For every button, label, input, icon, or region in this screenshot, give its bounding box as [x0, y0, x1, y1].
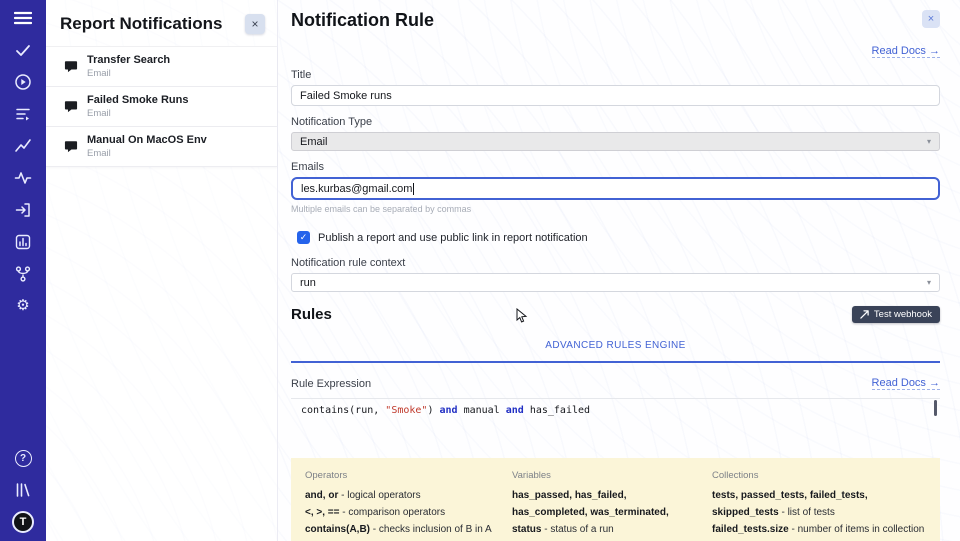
code-token-keyword: and [506, 405, 524, 416]
panel-title: Report Notifications [60, 14, 222, 34]
chevron-down-icon: ▾ [927, 278, 931, 287]
notification-subtitle: Email [87, 148, 207, 159]
close-icon: × [928, 13, 934, 25]
emails-label: Emails [291, 161, 940, 173]
rules-tab-bar: ADVANCED RULES ENGINE [291, 335, 940, 363]
help-entry: failed_tests.size - number of items in c… [712, 521, 926, 538]
gear-icon: ⚙ [16, 298, 29, 313]
emails-helper-text: Multiple emails can be separated by comm… [291, 204, 940, 214]
code-token-string: "Smoke" [385, 405, 427, 416]
report-notifications-panel: Report Notifications × Transfer Search E… [46, 0, 278, 541]
help-column-header: Collections [712, 470, 926, 481]
publish-checkbox[interactable]: ✓ [297, 231, 310, 244]
mouse-cursor [516, 308, 528, 324]
git-branch-icon [14, 265, 32, 283]
help-entry: tests, passed_tests, failed_tests, skipp… [712, 487, 926, 521]
emails-value: les.kurbas@gmail.com [301, 183, 412, 195]
bar-chart-icon [14, 233, 32, 251]
sidebar-item-runs[interactable] [0, 72, 46, 91]
tab-advanced-rules-engine[interactable]: ADVANCED RULES ENGINE [545, 340, 685, 351]
syntax-help-panel: Operators and, or - logical operators <,… [291, 458, 940, 541]
sidebar-item-analytics[interactable] [0, 136, 46, 155]
rule-context-select[interactable]: run ▾ [291, 273, 940, 292]
notification-type-select[interactable]: Email ▾ [291, 132, 940, 151]
sidebar-item-plans[interactable] [0, 104, 46, 123]
rule-context-value: run [300, 277, 316, 289]
test-webhook-button[interactable]: Test webhook [852, 306, 940, 323]
library-icon [14, 481, 32, 499]
menu-icon [14, 11, 32, 25]
read-docs-link[interactable]: Read Docs → [872, 45, 940, 58]
menu-button[interactable] [0, 8, 46, 27]
help-entry: has_passed, has_failed, has_completed, w… [512, 487, 698, 538]
help-column-variables: Variables has_passed, has_failed, has_co… [512, 470, 698, 541]
notification-subtitle: Email [87, 108, 188, 119]
sidebar-item-branches[interactable] [0, 264, 46, 283]
help-column-operators: Operators and, or - logical operators <,… [305, 470, 498, 541]
notification-rule-panel: Notification Rule × Read Docs → Title No… [278, 0, 960, 541]
help-column-header: Variables [512, 470, 698, 481]
text-caret [413, 183, 414, 195]
notification-title: Manual On MacOS Env [87, 134, 207, 146]
notification-title: Transfer Search [87, 54, 170, 66]
editor-scrollbar[interactable] [934, 400, 937, 416]
chat-bubble-icon [64, 100, 78, 113]
main-close-button[interactable]: × [922, 10, 940, 28]
help-column-header: Operators [305, 470, 498, 481]
list-item[interactable]: Failed Smoke Runs Email [46, 87, 277, 127]
help-button[interactable]: ? [0, 449, 46, 468]
emails-input[interactable]: les.kurbas@gmail.com [291, 177, 940, 200]
notification-title: Failed Smoke Runs [87, 94, 188, 106]
test-webhook-label: Test webhook [874, 309, 932, 320]
help-column-collections: Collections tests, passed_tests, failed_… [712, 470, 926, 541]
rule-context-label: Notification rule context [291, 257, 940, 269]
docs-button[interactable] [0, 480, 46, 499]
activity-icon [14, 169, 32, 187]
play-circle-icon [14, 73, 32, 91]
help-entry: <, >, == - comparison operators [305, 504, 498, 521]
checkmark-icon: ✓ [300, 232, 308, 243]
read-docs-link[interactable]: Read Docs → [872, 377, 940, 390]
logo-avatar[interactable]: T [12, 511, 34, 533]
webhook-icon [860, 310, 869, 319]
notification-type-label: Notification Type [291, 116, 940, 128]
code-token: has_failed [524, 405, 590, 416]
code-token: ) [427, 405, 439, 416]
panel-close-button[interactable]: × [245, 14, 265, 34]
help-icon: ? [15, 450, 32, 467]
app: { "icons": { "close": "×", "select_arrow… [0, 0, 960, 541]
trend-icon [14, 137, 32, 155]
check-icon [14, 41, 32, 59]
sidebar-item-pulse[interactable] [0, 168, 46, 187]
code-token-keyword: and [440, 405, 458, 416]
sidebar-item-tasks[interactable] [0, 40, 46, 59]
notification-subtitle: Email [87, 68, 170, 79]
rule-expression-editor[interactable]: contains(run, "Smoke") and manual and ha… [291, 398, 940, 450]
sidebar-item-settings[interactable]: ⚙ [0, 296, 46, 315]
list-icon [14, 105, 32, 123]
publish-checkbox-label: Publish a report and use public link in … [318, 232, 588, 244]
rules-heading: Rules [291, 306, 332, 323]
rule-expression-label: Rule Expression [291, 378, 371, 390]
sidebar-bottom: ? T [0, 449, 46, 533]
help-entry: and, or - logical operators [305, 487, 498, 504]
title-input[interactable] [291, 85, 940, 106]
chat-bubble-icon [64, 140, 78, 153]
close-icon: × [251, 17, 258, 31]
list-item[interactable]: Manual On MacOS Env Email [46, 127, 277, 167]
help-entry: contains(A,B) - checks inclusion of B in… [305, 521, 498, 538]
code-token: manual [458, 405, 506, 416]
sidebar: ⚙ ? T [0, 0, 46, 541]
list-item[interactable]: Transfer Search Email [46, 47, 277, 87]
sidebar-item-import[interactable] [0, 200, 46, 219]
chat-bubble-icon [64, 60, 78, 73]
title-label: Title [291, 69, 940, 81]
chevron-down-icon: ▾ [927, 137, 931, 146]
code-token: contains(run, [301, 405, 385, 416]
sidebar-item-reports[interactable] [0, 232, 46, 251]
exit-icon [14, 201, 32, 219]
notification-type-value: Email [300, 136, 328, 148]
notification-list: Transfer Search Email Failed Smoke Runs … [46, 46, 277, 167]
page-title: Notification Rule [291, 10, 434, 31]
